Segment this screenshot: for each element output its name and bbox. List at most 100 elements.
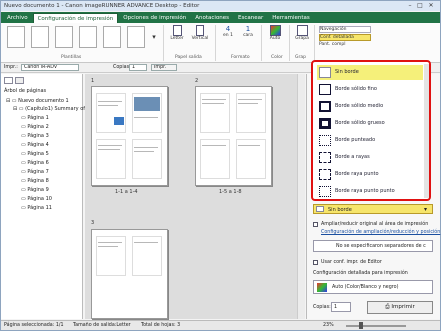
attachments-tab-icon[interactable] [15,77,24,84]
tree-page[interactable]: ▭ Página 8 [21,178,49,184]
page-preview-area: 1 2 1-1 a 1-4 1-5 a 1-8 3 [85,74,305,319]
text-line [202,145,226,146]
tree-page[interactable]: ▭ Página 9 [21,187,49,193]
tree-page[interactable]: ▭ Página 3 [21,133,49,139]
reduce-settings-link[interactable]: Configuración de ampliación/reducción y … [321,230,440,235]
swatch-none-icon [319,67,331,78]
sheet-thumbnail-1[interactable] [91,86,168,186]
text-line [202,99,226,100]
color-mode-select[interactable]: Auto (Color/Blanco y negro) [313,280,433,294]
border-select[interactable]: Sin borde ▾ [313,204,433,214]
templates-more-icon[interactable]: ▾ [149,26,159,48]
tree-tab-icon[interactable] [4,77,13,84]
tab-archivo[interactable]: Archivo [3,13,32,23]
border-option-thin[interactable]: Borde sólido fino [317,82,423,97]
dropdown-scrollbar[interactable] [424,64,429,198]
border-option-label: Borde punteado [335,137,376,143]
swatch-dash-dot-dot-icon [319,186,331,197]
border-option-none[interactable]: Sin borde [317,65,423,80]
tree-page[interactable]: ▭ Página 1 [21,115,49,121]
template-icon-6[interactable] [127,26,145,48]
paper-size-button[interactable]: Letter [167,25,187,41]
orientation-button[interactable]: Vertical [189,25,211,41]
border-option-dash-dot-dot[interactable]: Borde raya punto punto [317,184,423,199]
mini-page [96,93,126,133]
copies-input[interactable]: 1 [331,302,351,312]
editor-window: Nuevo documento 1 - Canon imageRUNNER AD… [0,0,441,331]
reduce-checkbox[interactable] [313,222,318,227]
tree-page[interactable]: ▭ Página 6 [21,160,49,166]
tab-opciones-impresion[interactable]: Opciones de impresión [119,13,190,23]
template-icon-1[interactable] [7,26,25,48]
text-line [98,105,118,106]
separator-select[interactable]: No se especificaron separadores de c [313,240,433,252]
border-option-dashed[interactable]: Borde a rayas [317,150,423,165]
tree-page[interactable]: ▭ Página 7 [21,169,49,175]
template-icon-4[interactable] [79,26,97,48]
sheet-thumbnail-2[interactable] [195,86,272,186]
tree-chapter[interactable]: ⊟ ▭ (Capítulo1) Summary of P [13,106,90,112]
color-icon [269,25,281,36]
print-button-label: Impr. [154,65,167,70]
zoom-slider-thumb[interactable] [359,322,363,329]
ribbon-separator [215,25,216,61]
sheet-label-1: 1-1 a 1-4 [115,189,138,195]
use-editor-settings-checkbox[interactable] [313,260,318,265]
print-button[interactable]: Impr. [151,64,177,71]
tab-anotaciones[interactable]: Anotaciones [191,13,233,23]
copies-value: 1 [132,65,136,70]
reduce-option-label: Ampliar/reducir original al área de impr… [321,222,429,227]
fullscreen-button[interactable]: Pant. compl [319,42,371,49]
separator-value: No se especificaron separadores de c [336,244,426,249]
navigation-button[interactable]: Navegación [319,26,371,33]
title-bar: Nuevo documento 1 - Canon imageRUNNER AD… [1,1,440,11]
paper-icon [172,25,182,36]
tree-page[interactable]: ▭ Página 11 [21,205,52,211]
print-now-button[interactable]: ⎙ Imprimir [367,301,433,314]
template-icon-2[interactable] [31,26,49,48]
tab-configuracion-impresion[interactable]: Configuración de impresión [32,13,119,23]
copies-input[interactable]: 1 [129,64,147,71]
template-icon-5[interactable] [103,26,121,48]
printer-select[interactable]: Canon iR-ADV [21,64,79,71]
detailed-config-button[interactable]: Conf. detallada [319,34,371,41]
swatch-medium-icon [319,101,331,112]
border-option-dotted[interactable]: Borde punteado [317,133,423,148]
fullscreen-label: Pant. compl [319,42,346,47]
nup-value: 4 [225,25,231,33]
sheet-thumbnail-3[interactable] [91,229,168,319]
color-mode-button[interactable]: Auto [265,25,285,41]
staple-button[interactable]: Grapa [292,25,312,41]
nup-button[interactable]: 4 en 1 [219,25,237,38]
staple-icon [296,25,308,36]
zoom-slider[interactable] [346,325,406,327]
copies-value: 1 [334,305,338,310]
tree-root[interactable]: ⊟ ▭ Nuevo documento 1 [6,98,69,104]
swatch-dash-dot-icon [319,169,331,180]
group-label-papel-salida: Papel salida [175,55,202,60]
sides-button[interactable]: 1 cara [239,25,257,38]
color-mode-value: Auto (Color/Blanco y negro) [332,285,399,290]
sides-value: 1 [245,25,251,33]
orientation-icon [196,25,204,36]
border-option-medium[interactable]: Borde sólido medio [317,99,423,114]
border-option-label: Borde sólido grueso [335,120,385,126]
template-icon-3[interactable] [55,26,73,48]
minimize-button[interactable]: – [406,2,414,9]
tree-page[interactable]: ▭ Página 5 [21,151,49,157]
tree-page[interactable]: ▭ Página 2 [21,124,49,130]
tab-escanear[interactable]: Escanear [234,13,267,23]
maximize-button[interactable]: □ [416,2,424,9]
vertical-scrollbar[interactable] [297,74,305,319]
border-option-thick[interactable]: Borde sólido grueso [317,116,423,131]
border-option-label: Sin borde [335,69,359,75]
close-button[interactable]: ✕ [427,2,435,9]
tab-herramientas[interactable]: Herramientas [268,13,313,23]
tree-page[interactable]: ▭ Página 10 [21,196,52,202]
border-option-label: Borde raya punto punto [335,188,395,194]
tree-page[interactable]: ▭ Página 4 [21,142,49,148]
copies-label: Copias: [313,305,331,310]
tree-page-label: Página 5 [27,151,49,157]
text-line [238,103,258,104]
border-option-dash-dot[interactable]: Borde raya punto [317,167,423,182]
